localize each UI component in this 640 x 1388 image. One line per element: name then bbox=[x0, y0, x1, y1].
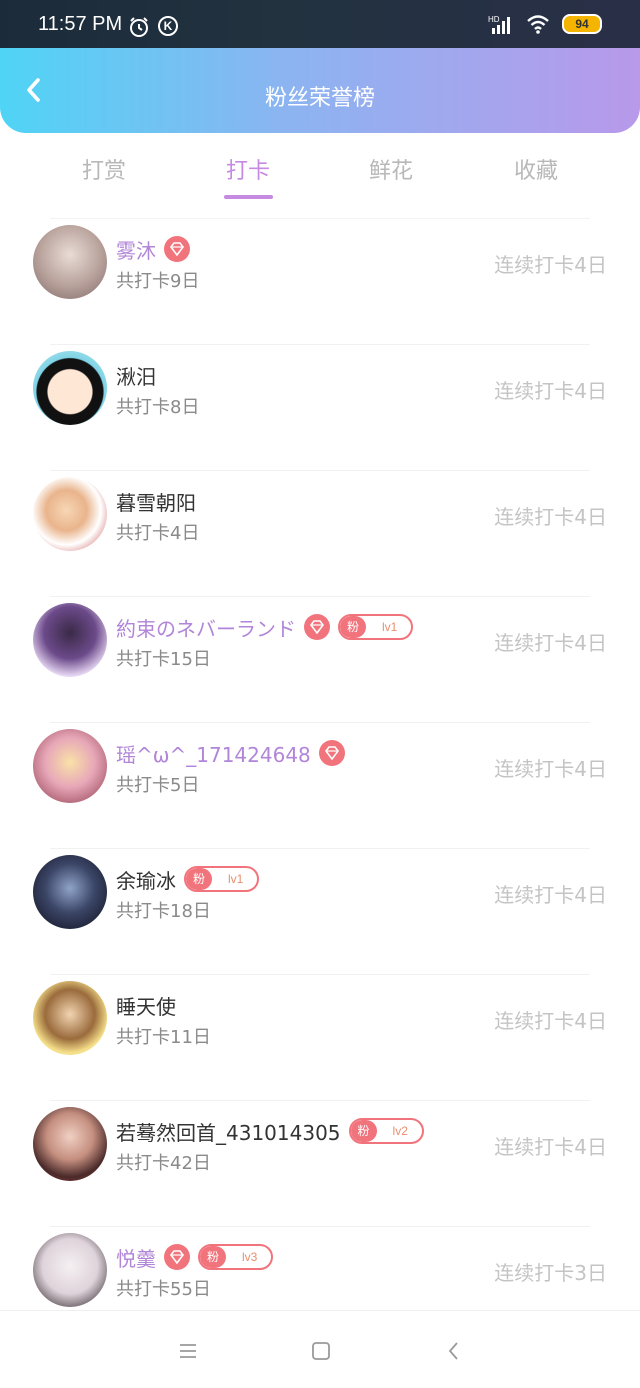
streak-checkins: 连续打卡3日 bbox=[494, 1261, 607, 1285]
user-name[interactable]: 約束のネバーランド bbox=[116, 613, 296, 642]
total-checkins: 共打卡4日 bbox=[116, 523, 200, 544]
name-line: 余瑜冰粉 lv1 bbox=[116, 865, 260, 894]
tab-checkin[interactable]: 打卡 bbox=[188, 153, 308, 185]
avatar[interactable] bbox=[33, 729, 107, 803]
list-item[interactable]: 瑶^ω^_171424648 共打卡5日 连续打卡4日 bbox=[33, 722, 607, 848]
avatar[interactable] bbox=[33, 1233, 107, 1307]
diamond-badge-icon bbox=[164, 236, 190, 262]
status-bar: 11:57 PM K HD 94 bbox=[0, 0, 640, 48]
alarm-icon bbox=[130, 17, 148, 37]
list-item-content: 湫汨共打卡8日 连续打卡4日 bbox=[0, 345, 640, 470]
user-name[interactable]: 余瑜冰 bbox=[116, 865, 176, 894]
fan-level-badge: 粉 lv1 bbox=[338, 614, 414, 640]
home-icon[interactable] bbox=[309, 1339, 333, 1363]
menu-icon[interactable] bbox=[176, 1339, 200, 1363]
user-name[interactable]: 雾沐 bbox=[116, 235, 156, 264]
name-line: 湫汨 bbox=[116, 361, 156, 389]
fan-label: 粉 bbox=[340, 616, 367, 638]
fan-label: 粉 bbox=[350, 1120, 377, 1142]
user-name[interactable]: 暮雪朝阳 bbox=[116, 487, 196, 516]
system-nav-bar bbox=[0, 1310, 640, 1388]
streak-checkins: 连续打卡4日 bbox=[494, 757, 607, 781]
streak-checkins: 连续打卡4日 bbox=[494, 1135, 607, 1159]
tab-favorites[interactable]: 收藏 bbox=[476, 153, 596, 185]
avatar[interactable] bbox=[33, 477, 107, 551]
fan-level-badge: 粉 lv1 bbox=[184, 866, 260, 892]
diamond-badge-icon bbox=[318, 740, 345, 766]
status-time: 11:57 PM bbox=[38, 13, 123, 35]
tab-reward[interactable]: 打赏 bbox=[44, 153, 164, 185]
total-checkins: 共打卡9日 bbox=[116, 271, 200, 292]
name-line: 雾沐 bbox=[116, 235, 190, 263]
fan-level: lv1 bbox=[382, 620, 398, 634]
fan-level: lv3 bbox=[242, 1250, 258, 1264]
streak-checkins: 连续打卡4日 bbox=[494, 1009, 607, 1033]
avatar[interactable] bbox=[33, 855, 107, 929]
avatar[interactable] bbox=[33, 225, 107, 299]
list-item[interactable]: 暮雪朝阳共打卡4日 连续打卡4日 bbox=[33, 470, 607, 596]
streak-checkins: 连续打卡4日 bbox=[494, 379, 607, 403]
list-item[interactable]: 雾沐共打卡9日 连续打卡4日 bbox=[33, 218, 607, 344]
list-item[interactable]: 湫汨共打卡8日 连续打卡4日 bbox=[33, 344, 607, 470]
network-label: HD bbox=[488, 15, 500, 24]
list-item-content: 暮雪朝阳共打卡4日 连续打卡4日 bbox=[0, 471, 640, 596]
list-item-content: 瑶^ω^_171424648 共打卡5日 连续打卡4日 bbox=[0, 723, 640, 848]
list-item[interactable]: 若蓦然回首_431014305 粉 lv2 共打卡42日 连续打卡4日 bbox=[33, 1100, 607, 1226]
avatar[interactable] bbox=[33, 603, 107, 677]
list-item-content: 雾沐共打卡9日 连续打卡4日 bbox=[0, 219, 640, 344]
total-checkins: 共打卡55日 bbox=[116, 1279, 211, 1300]
name-line: 睡天使 bbox=[116, 991, 176, 1019]
name-line: 悦羹 粉 lv3 bbox=[116, 1243, 274, 1272]
list-item[interactable]: 約束のネバーランド 粉 lv1 共打卡15日 连续打卡4日 bbox=[33, 596, 607, 722]
tab-bar: 打赏 打卡 鲜花 收藏 bbox=[0, 133, 640, 203]
total-checkins: 共打卡42日 bbox=[116, 1153, 211, 1174]
total-checkins: 共打卡8日 bbox=[116, 397, 200, 418]
back-icon[interactable] bbox=[442, 1339, 466, 1363]
list-item-content: 余瑜冰粉 lv1 共打卡18日 连续打卡4日 bbox=[0, 849, 640, 974]
fan-level-badge: 粉 lv2 bbox=[348, 1118, 424, 1144]
user-name[interactable]: 悦羹 bbox=[116, 1243, 156, 1272]
avatar[interactable] bbox=[33, 981, 107, 1055]
user-name[interactable]: 瑶^ω^_171424648 bbox=[116, 739, 311, 768]
list-item[interactable]: 睡天使共打卡11日 连续打卡4日 bbox=[33, 974, 607, 1100]
total-checkins: 共打卡5日 bbox=[116, 775, 200, 796]
wifi-icon bbox=[527, 15, 549, 34]
total-checkins: 共打卡18日 bbox=[116, 901, 211, 922]
name-line: 瑶^ω^_171424648 bbox=[116, 739, 345, 767]
total-checkins: 共打卡15日 bbox=[116, 649, 211, 670]
fan-level-badge: 粉 lv3 bbox=[198, 1244, 274, 1270]
diamond-badge-icon bbox=[164, 1244, 190, 1270]
list-item[interactable]: 余瑜冰粉 lv1 共打卡18日 连续打卡4日 bbox=[33, 848, 607, 974]
tab-flowers[interactable]: 鲜花 bbox=[331, 153, 451, 185]
user-name[interactable]: 若蓦然回首_431014305 bbox=[116, 1117, 341, 1146]
k-app-icon: K bbox=[158, 16, 178, 36]
user-name[interactable]: 睡天使 bbox=[116, 991, 176, 1020]
signal-icon: HD bbox=[488, 15, 510, 34]
header-bar: 粉丝荣誉榜 bbox=[0, 48, 640, 133]
fan-label: 粉 bbox=[186, 868, 213, 890]
streak-checkins: 连续打卡4日 bbox=[494, 505, 607, 529]
avatar[interactable] bbox=[33, 1107, 107, 1181]
page-title: 粉丝荣誉榜 bbox=[264, 86, 375, 111]
fan-ranking-list: 雾沐 共打卡9日 连续打卡4日 湫汨 共打卡8日 连续打卡4日 暮雪朝阳 共打卡4日 连续打卡4… bbox=[0, 218, 640, 1352]
total-checkins: 共打卡11日 bbox=[116, 1027, 211, 1048]
list-item-content: 若蓦然回首_431014305 粉 lv2 共打卡42日 连续打卡4日 bbox=[0, 1101, 640, 1226]
streak-checkins: 连续打卡4日 bbox=[494, 253, 607, 277]
battery-indicator: 94 bbox=[562, 14, 602, 34]
list-item-content: 約束のネバーランド 粉 lv1 共打卡15日 连续打卡4日 bbox=[0, 597, 640, 722]
streak-checkins: 连续打卡4日 bbox=[494, 631, 607, 655]
name-line: 約束のネバーランド 粉 lv1 bbox=[116, 613, 414, 642]
list-item-content: 睡天使共打卡11日 连续打卡4日 bbox=[0, 975, 640, 1100]
name-line: 暮雪朝阳 bbox=[116, 487, 196, 515]
fan-label: 粉 bbox=[200, 1246, 227, 1268]
active-tab-indicator bbox=[224, 195, 273, 199]
name-line: 若蓦然回首_431014305 粉 lv2 bbox=[116, 1117, 424, 1145]
fan-level: lv2 bbox=[392, 1124, 408, 1138]
fan-level: lv1 bbox=[228, 872, 244, 886]
user-name[interactable]: 湫汨 bbox=[116, 361, 156, 390]
avatar[interactable] bbox=[33, 351, 107, 425]
streak-checkins: 连续打卡4日 bbox=[494, 883, 607, 907]
diamond-badge-icon bbox=[304, 614, 330, 640]
